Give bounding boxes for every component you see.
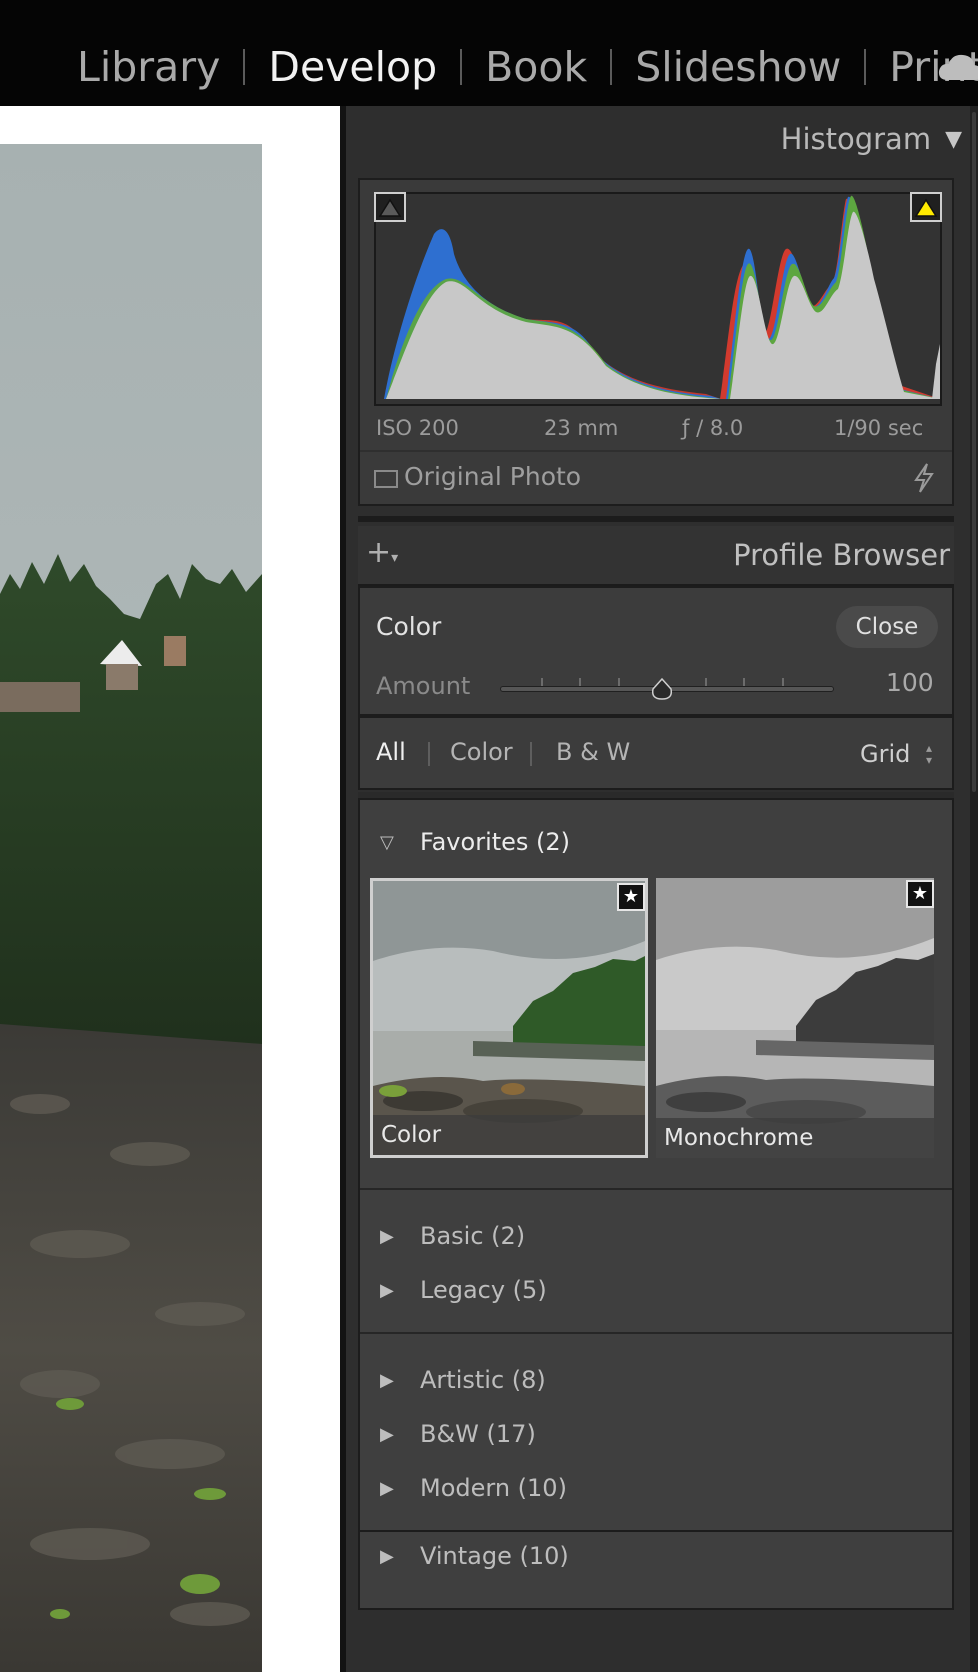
module-separator bbox=[610, 49, 613, 85]
module-slideshow[interactable]: Slideshow bbox=[635, 40, 841, 94]
module-list: Library Develop Book Slideshow Print bbox=[77, 40, 978, 94]
original-photo-row: Original Photo bbox=[360, 450, 952, 504]
group-label: Modern (10) bbox=[420, 1474, 567, 1502]
group-favorites-label: Favorites (2) bbox=[420, 828, 571, 856]
collapsed-triangle-icon: ▶ bbox=[380, 1478, 394, 1499]
histogram-header[interactable]: Histogram ▼ bbox=[346, 122, 962, 156]
original-photo-label: Original Photo bbox=[404, 462, 582, 491]
slider-tick bbox=[782, 678, 784, 686]
profile-preview-color bbox=[373, 881, 645, 1155]
exif-focal-length: 23 mm bbox=[544, 416, 619, 440]
amount-label: Amount bbox=[376, 672, 471, 700]
histogram-graph[interactable] bbox=[374, 192, 942, 406]
histogram-title: Histogram bbox=[780, 122, 932, 156]
module-develop[interactable]: Develop bbox=[268, 40, 437, 94]
favorite-star-icon[interactable]: ★ bbox=[906, 880, 934, 908]
group-label: B&W (17) bbox=[420, 1420, 536, 1448]
favorite-star-icon[interactable]: ★ bbox=[617, 883, 645, 911]
group-favorites[interactable]: ▽ Favorites (2) bbox=[380, 828, 570, 856]
filter-separator bbox=[530, 742, 532, 766]
profile-thumbnail-color[interactable]: Color ★ bbox=[370, 878, 648, 1158]
right-panel-scrollbar[interactable] bbox=[970, 106, 978, 1672]
amount-slider-thumb[interactable] bbox=[650, 678, 674, 700]
filter-all[interactable]: All bbox=[376, 738, 406, 766]
profile-browser-header: +▾ Profile Browser bbox=[358, 526, 954, 586]
updown-arrows-icon[interactable]: ▴ ▾ bbox=[926, 742, 932, 766]
exif-shutter-speed: 1/90 sec bbox=[834, 416, 924, 440]
collapse-triangle-icon[interactable]: ▼ bbox=[945, 127, 962, 152]
group-separator bbox=[360, 1188, 952, 1190]
group-separator bbox=[360, 1332, 952, 1334]
module-separator bbox=[243, 49, 246, 85]
group-vintage[interactable]: ▶ Vintage (10) bbox=[380, 1542, 569, 1570]
filter-separator bbox=[428, 742, 430, 766]
profile-filter-bar: All Color B & W Grid ▴ ▾ bbox=[358, 716, 954, 790]
collapsed-triangle-icon: ▶ bbox=[380, 1424, 394, 1445]
shadow-clip-triangle-icon bbox=[378, 198, 402, 217]
group-label: Legacy (5) bbox=[420, 1276, 547, 1304]
module-picker-bar: Library Develop Book Slideshow Print bbox=[0, 0, 978, 106]
panel-separator bbox=[358, 516, 954, 522]
module-separator bbox=[864, 49, 867, 85]
current-profile-section: Color Close Amount 100 bbox=[358, 586, 954, 716]
profile-groups-list: ▽ Favorites (2) Color ★ Monochrome ★ ▶ B… bbox=[358, 798, 954, 1532]
slider-tick bbox=[705, 678, 707, 686]
main-photo[interactable] bbox=[0, 144, 262, 1672]
group-modern[interactable]: ▶ Modern (10) bbox=[380, 1474, 567, 1502]
collapsed-triangle-icon: ▶ bbox=[380, 1370, 394, 1391]
group-basic[interactable]: ▶ Basic (2) bbox=[380, 1222, 525, 1250]
close-profile-browser-button[interactable]: Close bbox=[836, 606, 938, 648]
module-separator bbox=[460, 49, 463, 85]
slider-tick bbox=[743, 678, 745, 686]
profile-groups-list-tail: ▶ Vintage (10) bbox=[358, 1532, 954, 1610]
group-label: Basic (2) bbox=[420, 1222, 526, 1250]
cloud-icon[interactable] bbox=[938, 52, 978, 82]
exif-aperture: ƒ / 8.0 bbox=[682, 416, 744, 440]
current-profile-name: Color bbox=[376, 612, 442, 641]
add-profile-plus-icon[interactable]: +▾ bbox=[366, 538, 398, 573]
profile-browser-title: Profile Browser bbox=[733, 538, 950, 572]
slider-tick bbox=[541, 678, 543, 686]
filter-color[interactable]: Color bbox=[450, 738, 513, 766]
group-bw[interactable]: ▶ B&W (17) bbox=[380, 1420, 536, 1448]
profile-thumbnail-caption: Monochrome bbox=[656, 1118, 934, 1158]
profile-preview-monochrome bbox=[656, 878, 934, 1158]
highlight-clipping-toggle[interactable] bbox=[910, 192, 942, 222]
expanded-triangle-icon: ▽ bbox=[380, 832, 394, 853]
view-mode-select[interactable]: Grid bbox=[860, 740, 910, 768]
histogram-panel: ISO 200 23 mm ƒ / 8.0 1/90 sec Original … bbox=[358, 178, 954, 506]
scrollbar-thumb[interactable] bbox=[972, 112, 976, 792]
group-label: Vintage (10) bbox=[420, 1542, 569, 1570]
filter-bw[interactable]: B & W bbox=[556, 738, 630, 766]
develop-right-panel: Histogram ▼ ISO 200 23 mm ƒ / 8.0 1/90 se… bbox=[346, 106, 978, 1672]
module-book[interactable]: Book bbox=[485, 40, 587, 94]
highlight-clip-triangle-icon bbox=[914, 198, 938, 217]
module-library[interactable]: Library bbox=[77, 40, 220, 94]
group-legacy[interactable]: ▶ Legacy (5) bbox=[380, 1276, 547, 1304]
image-canvas[interactable] bbox=[0, 106, 340, 1672]
profile-thumbnail-caption: Color bbox=[373, 1115, 645, 1155]
exif-iso: ISO 200 bbox=[376, 416, 459, 440]
original-photo-checkbox[interactable] bbox=[374, 470, 398, 488]
amount-value[interactable]: 100 bbox=[886, 668, 934, 697]
collapsed-triangle-icon: ▶ bbox=[380, 1280, 394, 1301]
group-label: Artistic (8) bbox=[420, 1366, 546, 1394]
shadow-clipping-toggle[interactable] bbox=[374, 192, 406, 222]
group-artistic[interactable]: ▶ Artistic (8) bbox=[380, 1366, 546, 1394]
collapsed-triangle-icon: ▶ bbox=[380, 1546, 394, 1567]
profile-thumbnail-monochrome[interactable]: Monochrome ★ bbox=[656, 878, 934, 1158]
lightning-bolt-icon[interactable] bbox=[912, 462, 936, 494]
slider-tick bbox=[618, 678, 620, 686]
collapsed-triangle-icon: ▶ bbox=[380, 1226, 394, 1247]
slider-tick bbox=[579, 678, 581, 686]
